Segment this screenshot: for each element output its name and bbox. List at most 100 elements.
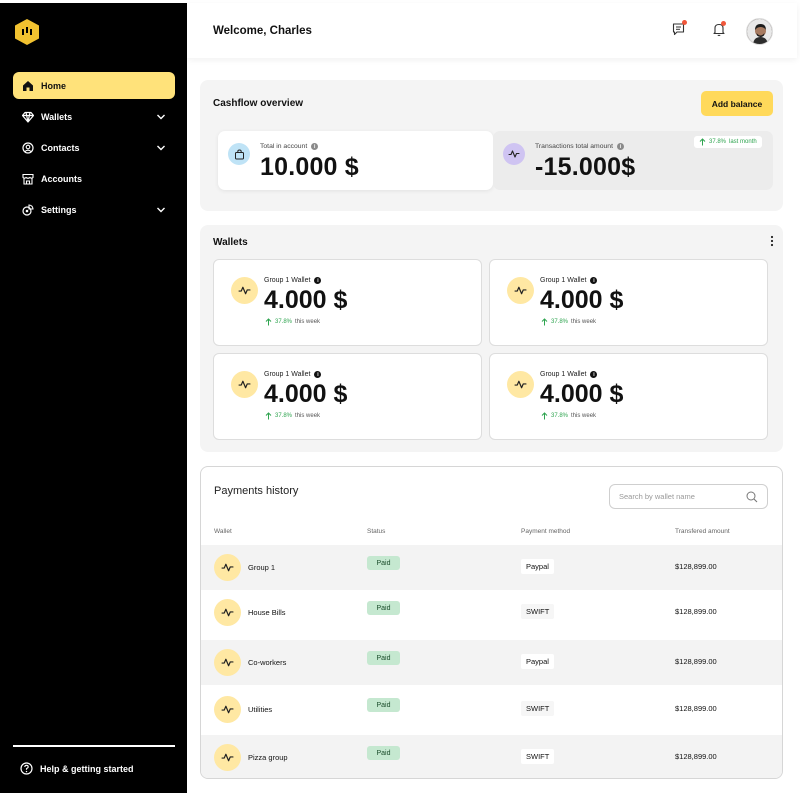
total-label-text: Total in account <box>260 143 308 150</box>
wallet-card[interactable]: Group 1 Wallet i 4.000 $ 37.8% this week <box>489 259 768 346</box>
status-badge: Paid <box>367 601 400 615</box>
status-badge: Paid <box>367 651 400 665</box>
arrow-up-icon <box>699 138 706 146</box>
sidebar-item-contacts[interactable]: Contacts <box>13 134 175 161</box>
wallet-value: 4.000 $ <box>540 380 624 408</box>
search-field[interactable] <box>609 484 768 509</box>
wallet-trend: 37.8% this week <box>541 412 596 420</box>
trend-suffix: this week <box>295 319 321 325</box>
sidebar-nav: Home Wallets Contacts Accounts Settings <box>13 72 175 227</box>
help-link[interactable]: Help & getting started <box>20 762 134 775</box>
logo-icon[interactable] <box>15 19 39 45</box>
sidebar-item-label: Settings <box>41 204 77 215</box>
arrow-up-icon <box>265 318 272 326</box>
info-icon[interactable]: i <box>314 371 322 378</box>
transferred-amount: $128,899.00 <box>675 657 717 666</box>
wallet-label: Group 1 Wallet i <box>540 371 598 378</box>
welcome-title: Welcome, Charles <box>213 25 312 37</box>
sidebar-item-home[interactable]: Home <box>13 72 175 99</box>
sidebar-item-wallets[interactable]: Wallets <box>13 103 175 130</box>
sidebar-item-accounts[interactable]: Accounts <box>13 165 175 192</box>
search-input[interactable] <box>619 492 746 501</box>
total-label: Total in account i <box>260 143 319 150</box>
trend-suffix: last month <box>729 139 757 145</box>
app: Home Wallets Contacts Accounts Settings … <box>0 0 800 793</box>
status-badge: Paid <box>367 698 400 712</box>
sidebar-item-label: Wallets <box>41 111 73 122</box>
message-button[interactable] <box>671 20 689 39</box>
column-header-wallet: Wallet <box>214 528 232 535</box>
wallets-panel: Wallets Group 1 Wallet i 4.000 $ 37.8% thi… <box>200 225 783 452</box>
wallet-name: Pizza group <box>248 753 288 762</box>
chevron-down-icon[interactable] <box>156 205 166 215</box>
wallet-card[interactable]: Group 1 Wallet i 4.000 $ 37.8% this week <box>213 259 482 346</box>
info-icon[interactable]: i <box>314 277 322 284</box>
contacts-icon <box>21 141 34 154</box>
wallet-label-text: Group 1 Wallet <box>264 371 311 378</box>
store-icon <box>21 172 34 185</box>
wallet-value: 4.000 $ <box>264 380 348 408</box>
wallet-card[interactable]: Group 1 Wallet i 4.000 $ 37.8% this week <box>489 353 768 440</box>
info-icon[interactable]: i <box>590 371 598 378</box>
total-account-card: Total in account i 10.000 $ <box>218 131 493 190</box>
add-balance-button[interactable]: Add balance <box>701 91 773 116</box>
transactions-label-text: Transactions total amount <box>535 143 613 150</box>
wallet-label: Group 1 Wallet i <box>264 371 322 378</box>
wallet-label-text: Group 1 Wallet <box>540 277 587 284</box>
more-options-icon[interactable] <box>769 235 775 247</box>
info-icon[interactable]: i <box>616 143 624 150</box>
payments-title: Payments history <box>214 485 299 497</box>
search-icon[interactable] <box>746 491 758 503</box>
trend-value: 37.8% <box>709 139 727 145</box>
top-bar: Welcome, Charles <box>187 3 797 58</box>
trend-suffix: this week <box>571 413 597 419</box>
sidebar-divider <box>13 745 175 747</box>
activity-icon <box>214 649 241 676</box>
avatar[interactable] <box>746 18 773 45</box>
settings-icon <box>21 203 34 216</box>
wallet-label: Group 1 Wallet i <box>264 277 322 284</box>
wallet-name: House Bills <box>248 608 286 617</box>
wallet-card[interactable]: Group 1 Wallet i 4.000 $ 37.8% this week <box>213 353 482 440</box>
activity-icon <box>214 744 241 771</box>
avatar-image <box>747 19 772 44</box>
column-header-amount: Transfered amount <box>675 528 730 535</box>
payment-method: Paypal <box>521 654 554 669</box>
wallet-label-text: Group 1 Wallet <box>264 277 311 284</box>
payment-method: SWIFT <box>521 604 555 619</box>
shopping-bag-icon <box>228 143 250 165</box>
table-row[interactable]: Pizza group Paid SWIFT $128,899.00 <box>201 735 782 778</box>
chevron-down-icon[interactable] <box>156 112 166 122</box>
transactions-card: Transactions total amount i -15.000$ 37.… <box>493 131 773 190</box>
trend-value: 37.8% <box>551 319 569 325</box>
activity-icon <box>231 371 258 398</box>
activity-icon <box>507 277 534 304</box>
wallet-name: Co-workers <box>248 658 287 667</box>
wallet-name: Utilities <box>248 705 273 714</box>
table-row[interactable]: House Bills Paid SWIFT $128,899.00 <box>201 590 782 635</box>
sidebar-item-settings[interactable]: Settings <box>13 196 175 223</box>
wallet-name: Group 1 <box>248 563 276 572</box>
transferred-amount: $128,899.00 <box>675 704 717 713</box>
trend-value: 37.8% <box>551 413 569 419</box>
sidebar-item-label: Contacts <box>41 142 80 153</box>
trend-suffix: this week <box>295 413 321 419</box>
info-icon[interactable]: i <box>311 143 319 150</box>
trend-value: 37.8% <box>275 319 293 325</box>
chevron-down-icon[interactable] <box>156 143 166 153</box>
notification-dot <box>682 20 687 25</box>
help-label: Help & getting started <box>40 763 134 774</box>
payment-method: SWIFT <box>521 701 555 716</box>
home-icon <box>21 79 34 92</box>
transferred-amount: $128,899.00 <box>675 607 717 616</box>
cashflow-trend: 37.8% last month <box>694 136 762 148</box>
activity-icon <box>214 554 241 581</box>
table-row[interactable]: Group 1 Paid Paypal $128,899.00 <box>201 545 782 590</box>
sidebar-item-label: Accounts <box>41 173 83 184</box>
table-row[interactable]: Co-workers Paid Paypal $128,899.00 <box>201 640 782 685</box>
payment-method: Paypal <box>521 559 554 574</box>
transferred-amount: $128,899.00 <box>675 752 717 761</box>
info-icon[interactable]: i <box>590 277 598 284</box>
table-row[interactable]: Utilities Paid SWIFT $128,899.00 <box>201 687 782 732</box>
notifications-button[interactable] <box>711 21 729 39</box>
